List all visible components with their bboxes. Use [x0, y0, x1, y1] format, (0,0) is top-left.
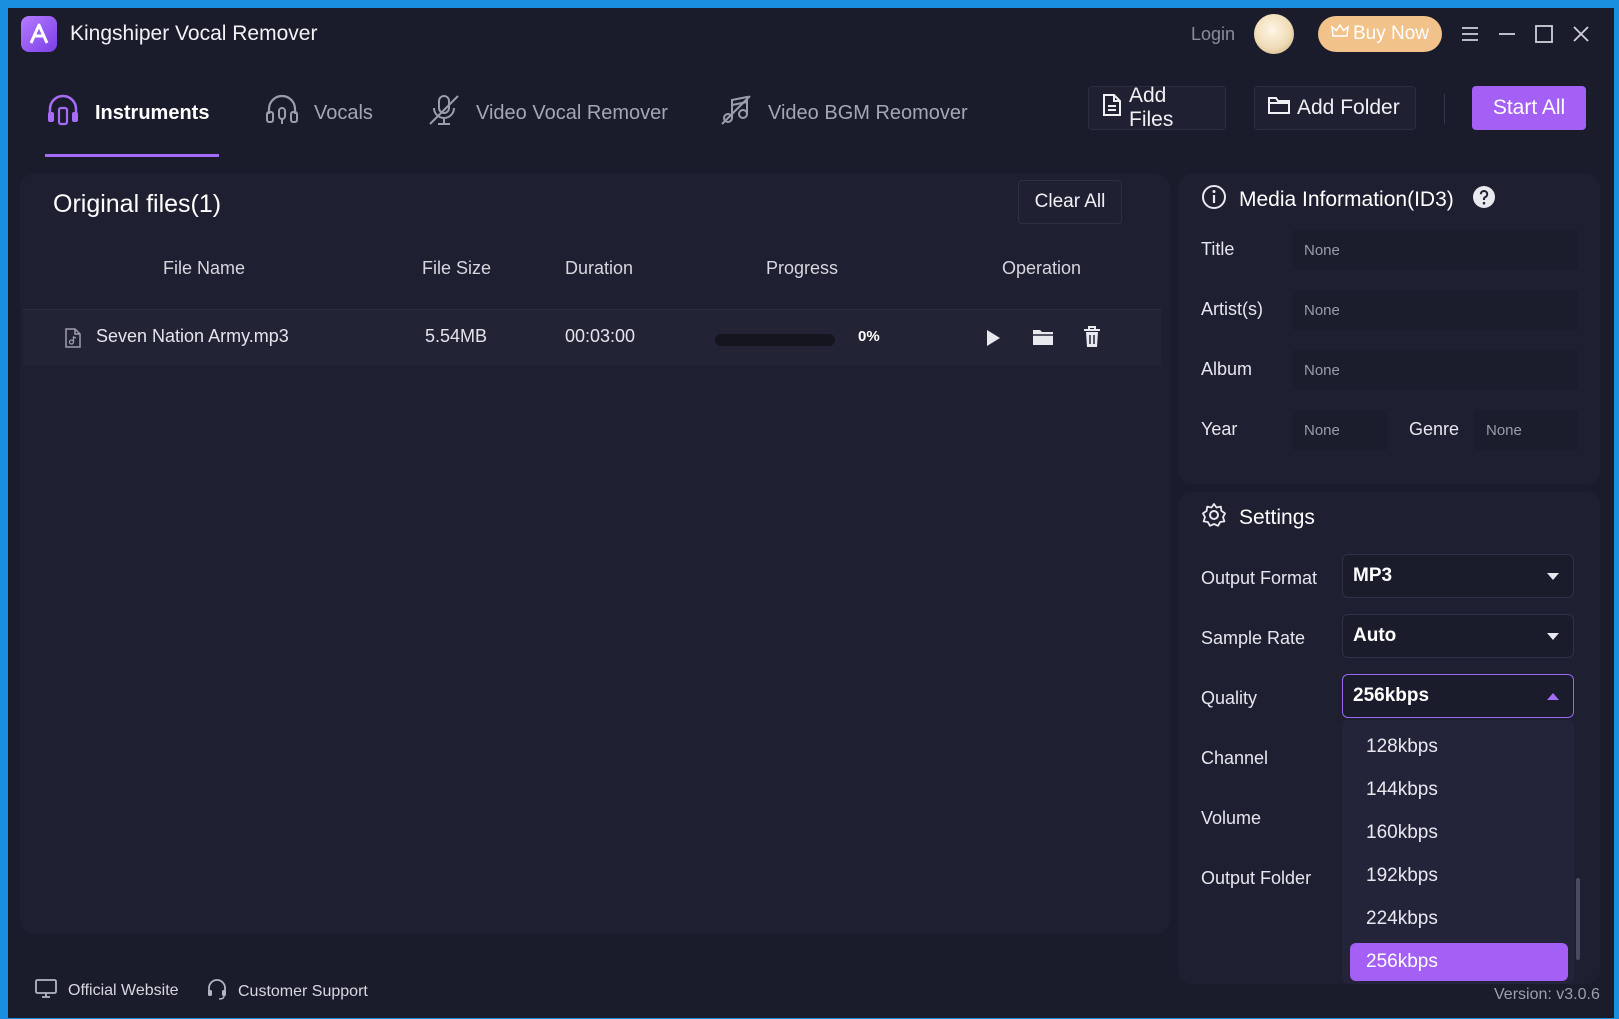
sample-rate-label: Sample Rate [1201, 628, 1306, 648]
gear-icon [1201, 502, 1227, 534]
tab-label: Instruments [95, 101, 210, 124]
artist-field[interactable]: None [1292, 290, 1578, 330]
title-field[interactable]: None [1292, 230, 1578, 270]
sample-rate-value: Auto [1353, 625, 1397, 646]
progress-bar [715, 334, 835, 346]
volume-label: Volume [1201, 808, 1262, 828]
tab-label: Video BGM Reomover [768, 101, 968, 124]
column-header-file-name: File Name [163, 258, 246, 278]
tab-label: Video Vocal Remover [476, 101, 668, 124]
artist-label: Artist(s) [1201, 299, 1263, 319]
files-panel [20, 174, 1170, 934]
quality-value: 256kbps [1353, 685, 1430, 706]
add-files-label: Add Files [1129, 84, 1174, 131]
minimize-icon[interactable] [1493, 20, 1521, 48]
tab-video-vocal-remover[interactable]: Video Vocal Remover [426, 88, 668, 138]
headset-icon [206, 978, 228, 1005]
start-all-button[interactable]: Start All [1472, 86, 1586, 130]
tab-instruments[interactable]: Instruments [45, 88, 209, 138]
clear-all-button[interactable]: Clear All [1018, 180, 1122, 224]
close-icon[interactable] [1567, 20, 1595, 48]
output-format-select[interactable]: MP3 [1342, 554, 1574, 598]
audio-file-icon [64, 328, 82, 353]
menu-icon[interactable] [1456, 20, 1484, 48]
folder-icon [1267, 94, 1291, 122]
tab-vocals[interactable]: Vocals [264, 88, 373, 138]
official-website-link[interactable]: Official Website [34, 978, 179, 1003]
crown-icon [1331, 23, 1349, 45]
output-folder-label: Output Folder [1201, 868, 1312, 888]
help-icon[interactable] [1472, 185, 1496, 215]
genre-field[interactable]: None [1474, 410, 1578, 450]
add-folder-button[interactable]: Add Folder [1254, 86, 1416, 130]
buy-now-button[interactable]: Buy Now [1318, 16, 1442, 52]
column-header-duration: Duration [565, 258, 634, 278]
customer-support-label: Customer Support [238, 982, 368, 1000]
quality-option[interactable]: 128kbps [1350, 728, 1568, 766]
buy-now-label: Buy Now [1352, 23, 1430, 44]
official-website-label: Official Website [68, 981, 179, 999]
progress-percent: 0% [858, 328, 880, 345]
title-label: Title [1201, 239, 1235, 259]
tab-label: Vocals [314, 101, 373, 124]
app-title: Kingshiper Vocal Remover [70, 22, 318, 45]
headset-mic-icon [264, 92, 300, 134]
maximize-icon[interactable] [1530, 20, 1558, 48]
file-icon [1101, 93, 1123, 123]
open-folder-icon[interactable] [1031, 326, 1055, 353]
column-header-operation: Operation [1002, 258, 1082, 278]
app-logo-icon [21, 16, 57, 52]
settings-header: Settings [1201, 502, 1315, 534]
output-format-value: MP3 [1353, 565, 1393, 586]
music-off-icon [718, 92, 754, 134]
quality-option-selected[interactable]: 256kbps [1350, 943, 1568, 981]
file-duration: 00:03:00 [565, 326, 636, 346]
chevron-down-icon [1547, 625, 1559, 647]
channel-label: Channel [1201, 748, 1269, 768]
version-label: Version: v3.0.6 [1494, 986, 1600, 1003]
album-field[interactable]: None [1292, 350, 1578, 390]
year-label: Year [1201, 419, 1238, 439]
add-folder-label: Add Folder [1297, 96, 1400, 119]
file-name: Seven Nation Army.mp3 [96, 326, 289, 346]
column-header-progress: Progress [766, 258, 839, 278]
toolbar-divider [1444, 94, 1445, 124]
chevron-down-icon [1547, 565, 1559, 587]
settings-title: Settings [1239, 506, 1315, 529]
login-link[interactable]: Login [1191, 24, 1235, 45]
app-window: Kingshiper Vocal Remover Login Buy Now I… [8, 8, 1614, 1018]
add-files-button[interactable]: Add Files [1088, 84, 1226, 131]
quality-option[interactable]: 192kbps [1350, 857, 1568, 895]
tab-video-bgm-remover[interactable]: Video BGM Reomover [718, 88, 968, 138]
mic-off-icon [426, 92, 462, 134]
customer-support-link[interactable]: Customer Support [206, 978, 368, 1005]
genre-label: Genre [1409, 419, 1460, 439]
delete-icon[interactable] [1082, 325, 1102, 354]
sample-rate-select[interactable]: Auto [1342, 614, 1574, 658]
dropdown-scrollbar[interactable] [1576, 878, 1580, 960]
output-format-label: Output Format [1201, 568, 1318, 588]
quality-option[interactable]: 144kbps [1350, 771, 1568, 809]
info-icon [1201, 184, 1227, 216]
media-info-title: Media Information(ID3) [1239, 188, 1454, 211]
media-info-header: Media Information(ID3) [1201, 184, 1496, 216]
avatar[interactable] [1254, 14, 1294, 54]
files-panel-title: Original files(1) [53, 190, 222, 218]
monitor-icon [34, 978, 58, 1003]
active-tab-indicator [45, 154, 219, 157]
album-label: Album [1201, 359, 1253, 379]
quality-option[interactable]: 224kbps [1350, 900, 1568, 938]
column-header-file-size: File Size [422, 258, 492, 278]
file-size: 5.54MB [425, 326, 488, 346]
headphones-icon [45, 92, 81, 134]
year-field[interactable]: None [1292, 410, 1388, 450]
chevron-up-icon [1547, 685, 1559, 707]
quality-select[interactable]: 256kbps [1342, 674, 1574, 718]
quality-option[interactable]: 160kbps [1350, 814, 1568, 852]
play-icon[interactable] [984, 328, 1002, 353]
quality-label: Quality [1201, 688, 1258, 708]
